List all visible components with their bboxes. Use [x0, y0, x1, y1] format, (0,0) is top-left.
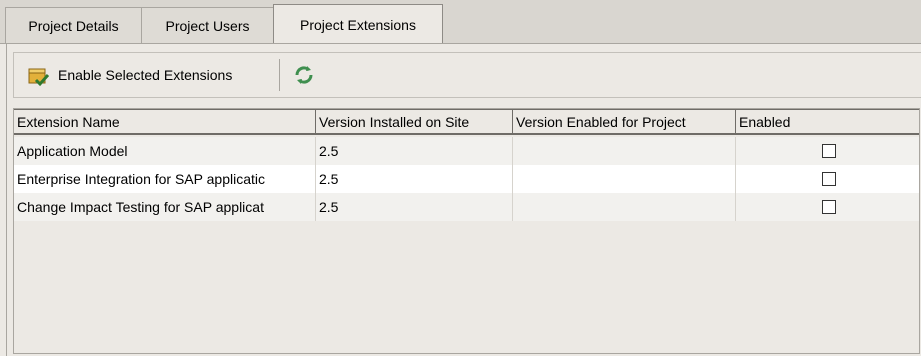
- cell-version-installed: 2.5: [316, 137, 513, 165]
- toolbar: Enable Selected Extensions: [13, 52, 921, 98]
- package-enable-icon: [26, 63, 50, 87]
- enable-selected-extensions-label: Enable Selected Extensions: [58, 67, 233, 83]
- cell-enabled: [736, 193, 919, 221]
- cell-version-installed: 2.5: [316, 193, 513, 221]
- enabled-checkbox[interactable]: [822, 172, 836, 186]
- table-header: Extension Name Version Installed on Site…: [14, 109, 919, 135]
- extensions-panel: Enable Selected Extensions Extension Nam…: [6, 44, 921, 356]
- cell-version-enabled: [513, 137, 736, 165]
- column-header-version-enabled[interactable]: Version Enabled for Project: [513, 110, 736, 134]
- cell-version-enabled: [513, 193, 736, 221]
- cell-extension-name: Application Model: [14, 137, 316, 165]
- tab-label: Project Extensions: [300, 17, 416, 33]
- cell-version-enabled: [513, 165, 736, 193]
- tab-project-extensions[interactable]: Project Extensions: [273, 4, 443, 45]
- extensions-table: Extension Name Version Installed on Site…: [13, 108, 920, 354]
- toolbar-separator: [279, 59, 280, 91]
- tab-label: Project Users: [165, 18, 250, 34]
- tab-label: Project Details: [28, 18, 119, 34]
- cell-enabled: [736, 137, 919, 165]
- refresh-button[interactable]: [292, 57, 316, 93]
- refresh-icon: [292, 63, 316, 87]
- cell-extension-name: Enterprise Integration for SAP applicati…: [14, 165, 316, 193]
- column-header-version-installed[interactable]: Version Installed on Site: [316, 110, 513, 134]
- column-header-extension-name[interactable]: Extension Name: [14, 110, 316, 134]
- table-row[interactable]: Application Model 2.5: [14, 137, 919, 165]
- enabled-checkbox[interactable]: [822, 144, 836, 158]
- enable-selected-extensions-button[interactable]: Enable Selected Extensions: [26, 57, 232, 93]
- table-row[interactable]: Enterprise Integration for SAP applicati…: [14, 165, 919, 193]
- tab-bar: Project Details Project Users Project Ex…: [0, 0, 921, 45]
- cell-extension-name: Change Impact Testing for SAP applicat: [14, 193, 316, 221]
- cell-enabled: [736, 165, 919, 193]
- column-header-enabled[interactable]: Enabled: [736, 110, 919, 134]
- table-row[interactable]: Change Impact Testing for SAP applicat 2…: [14, 193, 919, 221]
- tab-project-users[interactable]: Project Users: [141, 7, 274, 44]
- tab-project-details[interactable]: Project Details: [5, 7, 142, 44]
- cell-version-installed: 2.5: [316, 165, 513, 193]
- enabled-checkbox[interactable]: [822, 200, 836, 214]
